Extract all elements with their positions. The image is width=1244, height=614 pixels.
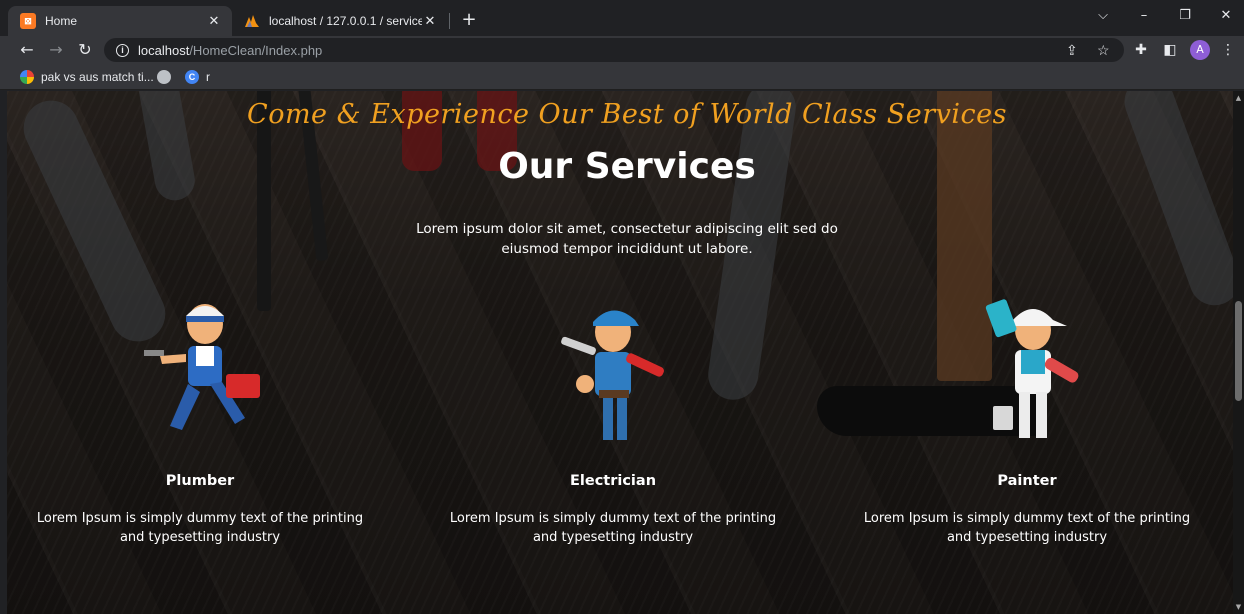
url-host: localhost <box>138 42 190 58</box>
service-card-painter: Painter Lorem Ipsum is simply dummy text… <box>857 296 1197 545</box>
bookmark-item[interactable]: C r <box>185 68 210 86</box>
phpmyadmin-icon <box>244 13 260 29</box>
service-name: Painter <box>997 473 1057 489</box>
address-bar[interactable]: i localhost/HomeClean/Index.php ⇪ ☆ <box>104 38 1124 62</box>
bookmarks-bar: pak vs aus match ti... C r <box>0 64 1244 90</box>
side-panel-icon[interactable]: ◧ <box>1160 40 1180 60</box>
services-section: Come & Experience Our Best of World Clas… <box>7 91 1233 614</box>
painter-illustration <box>957 296 1097 446</box>
new-tab-button[interactable]: + <box>458 10 480 32</box>
restore-icon[interactable]: ❐ <box>1175 8 1195 23</box>
page-scrollbar[interactable]: ▲ ▼ <box>1233 91 1244 614</box>
google-icon <box>20 70 34 84</box>
service-description: Lorem Ipsum is simply dummy text of the … <box>863 511 1191 545</box>
service-name: Electrician <box>569 473 657 489</box>
profile-avatar[interactable]: A <box>1190 40 1210 60</box>
section-title: Our Services <box>498 146 756 187</box>
tab-search-icon[interactable]: ⌵ <box>1093 8 1113 23</box>
service-card-plumber: Plumber Lorem Ipsum is simply dummy text… <box>30 296 370 545</box>
tab-home[interactable]: ⊠ Home ✕ <box>8 6 232 36</box>
service-description: Lorem Ipsum is simply dummy text of the … <box>449 511 777 545</box>
share-icon[interactable]: ⇪ <box>1066 42 1078 59</box>
info-icon[interactable]: i <box>116 43 129 57</box>
scroll-up-icon[interactable]: ▲ <box>1235 94 1242 102</box>
menu-icon[interactable]: ⋮ <box>1218 40 1238 60</box>
tab-phpmyadmin[interactable]: localhost / 127.0.0.1 / service / u ✕ <box>232 6 448 36</box>
section-tagline: Come & Experience Our Best of World Clas… <box>247 99 1007 130</box>
globe-icon <box>157 70 171 84</box>
electrician-illustration <box>543 296 683 446</box>
close-icon[interactable]: ✕ <box>206 13 222 29</box>
back-icon[interactable]: ← <box>16 39 38 61</box>
forward-icon[interactable]: → <box>45 39 67 61</box>
close-icon[interactable]: ✕ <box>422 13 438 29</box>
browser-toolbar: ← → ↻ i localhost/HomeClean/Index.php ⇪ … <box>0 36 1244 64</box>
bookmark-star-icon[interactable]: ☆ <box>1097 42 1110 59</box>
tab-strip: ⊠ Home ✕ localhost / 127.0.0.1 / service… <box>0 0 1244 36</box>
c-icon: C <box>185 70 199 84</box>
tab-label: localhost / 127.0.0.1 / service / u <box>269 14 422 28</box>
bookmark-item[interactable] <box>157 68 178 86</box>
bookmark-label: pak vs aus match ti... <box>41 70 154 84</box>
close-window-icon[interactable]: ✕ <box>1216 8 1236 23</box>
bookmark-label: r <box>206 70 210 84</box>
tab-divider <box>449 13 450 29</box>
service-card-electrician: Electrician Lorem Ipsum is simply dummy … <box>443 296 783 545</box>
service-name: Plumber <box>165 473 235 489</box>
minimize-icon[interactable]: – <box>1134 8 1154 23</box>
tab-label: Home <box>45 14 78 28</box>
scroll-down-icon[interactable]: ▼ <box>1235 603 1242 611</box>
plumber-illustration <box>130 296 270 446</box>
xampp-icon: ⊠ <box>20 13 36 29</box>
reload-icon[interactable]: ↻ <box>74 39 96 61</box>
bookmark-item[interactable]: pak vs aus match ti... <box>20 68 154 86</box>
service-description: Lorem Ipsum is simply dummy text of the … <box>36 511 364 545</box>
url-path: /HomeClean/Index.php <box>189 42 323 58</box>
scrollbar-thumb[interactable] <box>1235 301 1242 401</box>
section-intro: Lorem ipsum dolor sit amet, consectetur … <box>416 221 838 257</box>
extensions-icon[interactable]: ✚ <box>1131 40 1151 60</box>
